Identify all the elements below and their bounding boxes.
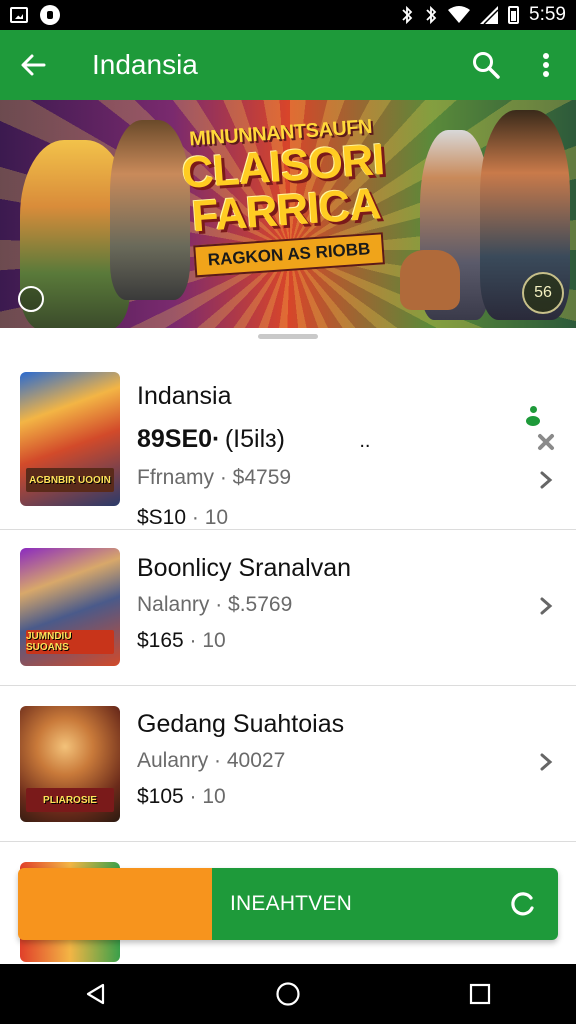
wifi-icon (448, 6, 471, 23)
chevron-right-icon (540, 597, 553, 615)
item-cost: $105 (137, 785, 184, 808)
app-root: 5:59 Indansia MINUNNANTSAUFN CLAISORI FA… (0, 0, 576, 1024)
item-price-secondary: (I5ilɜ) (224, 425, 285, 453)
thumbnail-caption: JUMNDIU SUOANS (26, 630, 114, 654)
search-icon (473, 52, 500, 79)
list-item[interactable]: ACBNBIR UOOIN Indansia 89SE0· (I5ilɜ) ..… (0, 356, 576, 530)
item-cost-suffix: · 10 (183, 785, 226, 808)
item-meta: Aulanry · 40027 (137, 749, 286, 772)
open-item-button[interactable] (534, 468, 558, 492)
status-bar: 5:59 (0, 0, 576, 30)
back-triangle-icon (86, 983, 105, 1005)
nav-home-button[interactable] (258, 964, 318, 1024)
close-button[interactable] (534, 430, 558, 454)
list-item[interactable]: PLIAROSIE Gedang Suahtoias Aulanry · 400… (0, 686, 576, 842)
recents-square-icon (469, 983, 491, 1005)
back-button[interactable] (0, 30, 66, 100)
item-price-primary: 89SE0· (137, 425, 221, 453)
banner-indicator-icon[interactable] (18, 286, 44, 312)
thumbnail-caption: PLIAROSIE (26, 788, 114, 812)
status-dot-icon (526, 416, 540, 426)
item-cost-suffix: · 10 (186, 506, 229, 529)
item-extra: .. (359, 430, 371, 452)
game-logo: MINUNNANTSAUFN CLAISORI FARRICA RAGKON A… (173, 115, 397, 279)
gallery-icon (10, 7, 28, 23)
logo-line-3: FARRICA (190, 179, 382, 242)
signal-icon (480, 6, 499, 24)
chevron-right-icon (540, 753, 553, 771)
home-circle-icon (276, 982, 300, 1006)
primary-action-button[interactable]: INEAHTVEN (212, 868, 558, 940)
nav-recents-button[interactable] (450, 964, 510, 1024)
more-options-button[interactable] (516, 30, 576, 100)
open-item-button[interactable] (534, 594, 558, 618)
nav-back-button[interactable] (66, 964, 126, 1024)
item-cost: $165 (137, 629, 184, 652)
item-title: Gedang Suahtoias (137, 710, 345, 738)
banner-badge[interactable]: 56 (522, 272, 564, 314)
notification-icon (40, 5, 60, 25)
refresh-icon (511, 892, 534, 916)
app-thumbnail: JUMNDIU SUOANS (20, 548, 120, 666)
list-item[interactable]: JUMNDIU SUOANS Boonlicy Sranalvan Nalanr… (0, 530, 576, 686)
bluetooth-icon (426, 5, 437, 25)
item-cost: $S10 (137, 506, 187, 529)
close-icon (538, 434, 554, 450)
secondary-action-button[interactable] (18, 868, 212, 940)
item-title: Boonlicy Sranalvan (137, 554, 352, 582)
item-cost-suffix: · 10 (183, 629, 226, 652)
banner-creature (400, 250, 460, 310)
page-title: Indansia (92, 49, 198, 80)
refresh-button[interactable] (488, 868, 558, 940)
arrow-left-icon (21, 54, 46, 76)
item-title: Indansia (137, 382, 232, 410)
bottom-action-bar: INEAHTVEN (18, 868, 558, 940)
clock-time: 5:59 (529, 4, 566, 25)
drag-handle[interactable] (258, 334, 318, 339)
app-thumbnail: ACBNBIR UOOIN (20, 372, 120, 506)
system-nav-bar (0, 964, 576, 1024)
bluetooth-icon (402, 5, 413, 25)
search-button[interactable] (456, 30, 516, 100)
chevron-right-icon (540, 471, 553, 489)
open-item-button[interactable] (534, 750, 558, 774)
more-vert-icon (543, 53, 549, 77)
item-meta: Nalanry · $.5769 (137, 593, 293, 616)
app-bar: Indansia (0, 30, 576, 100)
primary-action-label: INEAHTVEN (230, 892, 352, 915)
app-thumbnail: PLIAROSIE (20, 706, 120, 822)
battery-icon (508, 6, 520, 24)
thumbnail-caption: ACBNBIR UOOIN (26, 468, 114, 492)
featured-banner[interactable]: MINUNNANTSAUFN CLAISORI FARRICA RAGKON A… (0, 100, 576, 328)
status-dot-icon (530, 406, 537, 413)
item-meta: Ffrnamy · $4759 (137, 466, 292, 489)
